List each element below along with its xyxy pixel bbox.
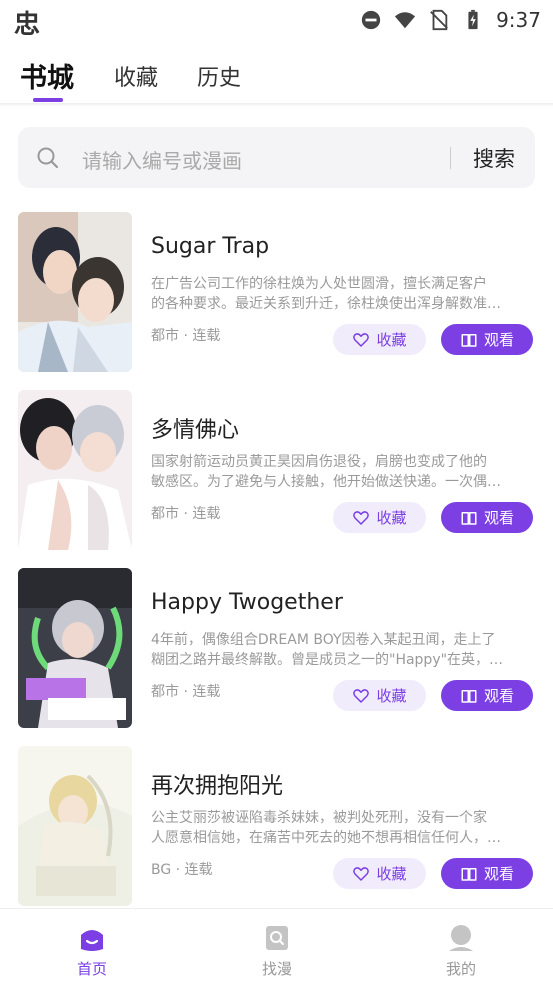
comic-description-line: 敏感区。为了避免与人接触，他开始做送快递。一次偶… xyxy=(151,474,501,490)
tab-favorites[interactable]: 收藏 xyxy=(114,60,158,92)
tab-history[interactable]: 历史 xyxy=(197,60,241,92)
comic-description-line: 在广告公司工作的徐柱焕为人处世圆滑，擅长满足客户 xyxy=(151,276,487,292)
minus-circle-icon xyxy=(361,10,381,30)
watch-button[interactable]: 观看 xyxy=(441,502,533,533)
nav-item-find[interactable]: 找漫 xyxy=(237,923,317,979)
heart-icon xyxy=(353,688,370,703)
book-icon xyxy=(461,867,477,881)
comic-cover[interactable] xyxy=(18,390,132,550)
comic-meta: BG · 连载 xyxy=(151,862,213,878)
list-item[interactable]: 再次拥抱阳光 公主艾丽莎被诬陷毒杀妹妹，被判处死刑，没有一个家 人愿意相信她，在… xyxy=(0,746,553,906)
watch-button[interactable]: 观看 xyxy=(441,324,533,355)
search-input[interactable]: 请输入编号或漫画 xyxy=(82,145,242,174)
watch-button-label: 观看 xyxy=(483,509,514,527)
nav-item-home[interactable]: 首页 xyxy=(52,923,132,979)
header-divider xyxy=(0,103,553,107)
favorite-button[interactable]: 收藏 xyxy=(333,502,426,533)
bottom-nav: 首页 找漫 我的 xyxy=(0,908,553,983)
favorite-button[interactable]: 收藏 xyxy=(333,680,426,711)
comic-cover[interactable] xyxy=(18,746,132,906)
heart-icon xyxy=(353,510,370,525)
comic-description: 在广告公司工作的徐柱焕为人处世圆滑，擅长满足客户 的各种要求。最近关系到升迁，徐… xyxy=(151,274,533,314)
comic-title[interactable]: 再次拥抱阳光 xyxy=(151,768,283,800)
profile-icon xyxy=(449,925,473,951)
no-sim-icon xyxy=(430,9,448,31)
app-notification-icon: 忠 xyxy=(14,10,41,40)
comic-description: 公主艾丽莎被诬陷毒杀妹妹，被判处死刑，没有一个家 人愿意相信她，在痛苦中死去的她… xyxy=(151,808,533,848)
wifi-icon xyxy=(394,12,416,29)
comic-cover[interactable] xyxy=(18,568,132,728)
favorite-button[interactable]: 收藏 xyxy=(333,324,426,355)
nav-item-profile[interactable]: 我的 xyxy=(421,923,501,979)
comic-description-line: 人愿意相信她，在痛苦中死去的她不想再相信任何人，… xyxy=(151,830,501,846)
favorite-button-label: 收藏 xyxy=(376,331,407,349)
status-icons: 9:37 xyxy=(360,6,541,34)
nav-label: 首页 xyxy=(76,960,107,978)
watch-button-label: 观看 xyxy=(483,865,514,883)
comic-title[interactable]: Happy Twogether xyxy=(151,590,343,615)
search-button[interactable]: 搜索 xyxy=(473,143,515,173)
list-item[interactable]: Happy Twogether 4年前，偶像组合DREAM BOY因卷入某起丑闻… xyxy=(0,568,553,728)
list-item[interactable]: Sugar Trap 在广告公司工作的徐柱焕为人处世圆滑，擅长满足客户 的各种要… xyxy=(0,212,553,372)
favorite-button[interactable]: 收藏 xyxy=(333,858,426,889)
comic-title[interactable]: Sugar Trap xyxy=(151,234,269,259)
watch-button-label: 观看 xyxy=(483,331,514,349)
tab-bookstore[interactable]: 书城 xyxy=(20,56,74,95)
status-bar: 忠 9:37 xyxy=(0,0,553,40)
book-icon xyxy=(461,689,477,703)
comic-description-line: 国家射箭运动员黄正昊因肩伤退役，肩膀也变成了他的 xyxy=(151,454,487,470)
book-icon xyxy=(461,511,477,525)
comic-meta: 都市 · 连载 xyxy=(151,506,221,522)
active-tab-indicator xyxy=(33,98,63,102)
search-bar: 请输入编号或漫画 搜索 xyxy=(18,127,535,188)
comic-meta: 都市 · 连载 xyxy=(151,328,221,344)
comic-description-line: 糊团之路并最终解散。曾是成员之一的"Happy"在英，… xyxy=(151,652,504,668)
heart-icon xyxy=(353,866,370,881)
comic-title[interactable]: 多情佛心 xyxy=(151,412,239,444)
search-divider xyxy=(450,147,451,169)
favorite-button-label: 收藏 xyxy=(376,687,407,705)
book-icon xyxy=(461,333,477,347)
comic-description: 国家射箭运动员黄正昊因肩伤退役，肩膀也变成了他的 敏感区。为了避免与人接触，他开… xyxy=(151,452,533,492)
comic-cover[interactable] xyxy=(18,212,132,372)
watch-button-label: 观看 xyxy=(483,687,514,705)
watch-button[interactable]: 观看 xyxy=(441,680,533,711)
comic-description-line: 4年前，偶像组合DREAM BOY因卷入某起丑闻，走上了 xyxy=(151,632,496,648)
comic-description: 4年前，偶像组合DREAM BOY因卷入某起丑闻，走上了 糊团之路并最终解散。曾… xyxy=(151,630,533,670)
heart-icon xyxy=(353,332,370,347)
watch-button[interactable]: 观看 xyxy=(441,858,533,889)
find-comic-icon xyxy=(266,926,288,950)
list-item[interactable]: 多情佛心 国家射箭运动员黄正昊因肩伤退役，肩膀也变成了他的 敏感区。为了避免与人… xyxy=(0,390,553,550)
comic-description-line: 的各种要求。最近关系到升迁，徐柱焕使出浑身解数准… xyxy=(151,296,501,312)
nav-label: 我的 xyxy=(445,960,476,978)
nav-label: 找漫 xyxy=(261,960,292,978)
home-icon xyxy=(81,930,103,951)
top-tab-bar: 书城 收藏 历史 xyxy=(0,52,553,104)
comic-description-line: 公主艾丽莎被诬陷毒杀妹妹，被判处死刑，没有一个家 xyxy=(151,810,487,826)
battery-charging-icon xyxy=(468,9,478,30)
search-icon xyxy=(37,147,59,169)
clock: 9:37 xyxy=(496,8,541,32)
favorite-button-label: 收藏 xyxy=(376,509,407,527)
comic-meta: 都市 · 连载 xyxy=(151,684,221,700)
favorite-button-label: 收藏 xyxy=(376,865,407,883)
